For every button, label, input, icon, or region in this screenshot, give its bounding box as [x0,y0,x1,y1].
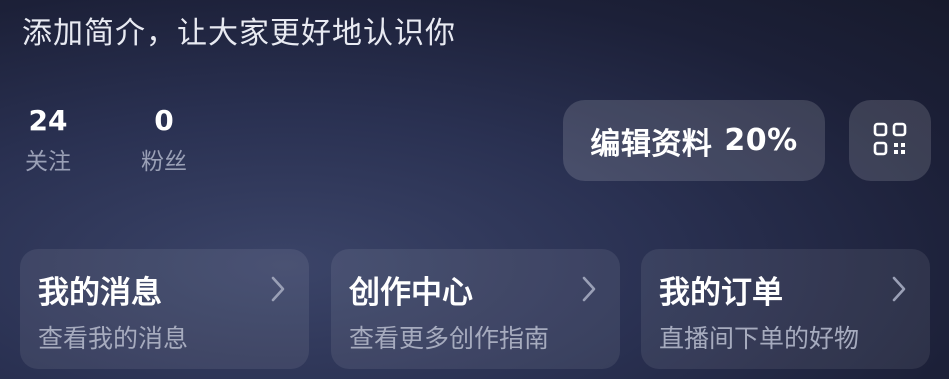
chevron-right-icon [892,276,906,302]
chevron-right-icon [271,276,285,302]
following-count: 24 [28,104,68,137]
following-stat[interactable]: 24 关注 [22,104,74,176]
edit-profile-button[interactable]: 编辑资料 20% [563,100,825,181]
card-my-orders[interactable]: 我的订单 直播间下单的好物 [641,249,930,369]
card-my-messages[interactable]: 我的消息 查看我的消息 [20,249,309,369]
fans-label: 粉丝 [141,149,187,175]
bio-placeholder[interactable]: 添加简介，让大家更好地认识你 [22,8,456,52]
card-creator-center[interactable]: 创作中心 查看更多创作指南 [331,249,620,369]
edit-profile-label: 编辑资料 [590,126,713,162]
card-subtitle: 查看更多创作指南 [349,324,550,353]
card-subtitle: 直播间下单的好物 [659,324,860,353]
card-title: 我的消息 [38,275,162,311]
qr-code-button[interactable] [849,100,931,181]
fans-stat[interactable]: 0 粉丝 [138,104,190,176]
profile-completion-percent: 20% [724,123,798,158]
card-title: 创作中心 [349,275,473,311]
fans-count: 0 [154,104,174,137]
following-label: 关注 [25,149,71,175]
card-title: 我的订单 [659,275,783,311]
qr-code-icon [873,122,907,160]
card-subtitle: 查看我的消息 [38,324,189,353]
chevron-right-icon [582,276,596,302]
